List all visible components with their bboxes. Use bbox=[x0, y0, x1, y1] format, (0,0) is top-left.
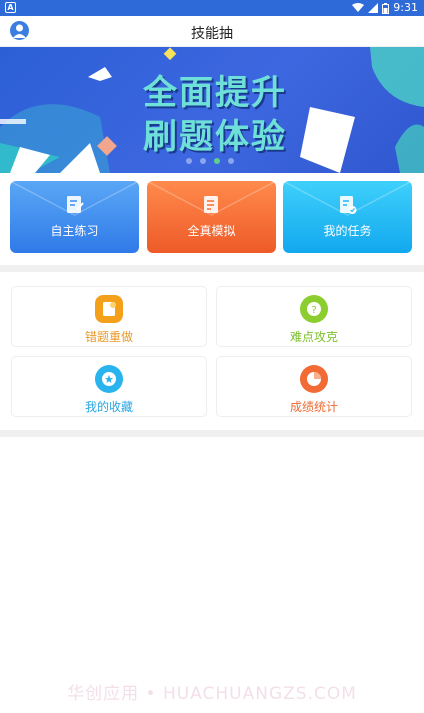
my-tasks-card[interactable]: 我的任务 bbox=[283, 181, 412, 253]
status-icons: 9:31 bbox=[352, 1, 418, 15]
watermark: 华创应用 • HUACHUANGZS.COM bbox=[67, 684, 357, 704]
pie-chart-icon bbox=[300, 365, 328, 393]
page-title: 技能抽 bbox=[191, 26, 233, 42]
wrong-question-redo-tile[interactable]: 错题重做 bbox=[11, 286, 207, 347]
wifi-icon bbox=[352, 3, 365, 12]
clock: 9:31 bbox=[393, 1, 418, 14]
app-notification-icon: A bbox=[5, 2, 16, 13]
signal-icon bbox=[368, 3, 379, 13]
mode-cards: 自主练习 全真模拟 我的任务 bbox=[10, 181, 414, 253]
mock-exam-card[interactable]: 全真模拟 bbox=[147, 181, 276, 253]
pagination-dot[interactable] bbox=[200, 158, 206, 164]
section-divider bbox=[0, 265, 424, 272]
promo-banner[interactable]: 全面提升 刷题体验 bbox=[0, 47, 424, 173]
svg-text:?: ? bbox=[311, 305, 316, 316]
card-label: 我的任务 bbox=[323, 224, 372, 238]
pagination-dot[interactable] bbox=[228, 158, 234, 164]
pagination-dot-active[interactable] bbox=[214, 158, 220, 164]
score-statistics-tile[interactable]: 成绩统计 bbox=[216, 356, 412, 417]
self-practice-card[interactable]: 自主练习 bbox=[10, 181, 139, 253]
tile-label: 我的收藏 bbox=[84, 400, 133, 414]
question-icon: ? bbox=[300, 295, 328, 323]
card-label: 全真模拟 bbox=[187, 224, 236, 238]
difficult-points-tile[interactable]: ? 难点攻克 bbox=[216, 286, 412, 347]
banner-headline-2: 刷题体验 bbox=[143, 117, 287, 157]
tile-label: 成绩统计 bbox=[289, 400, 338, 414]
edit-note-icon bbox=[66, 196, 84, 213]
tile-label: 错题重做 bbox=[84, 330, 133, 344]
task-check-icon bbox=[339, 196, 356, 214]
redo-note-icon bbox=[95, 295, 123, 323]
exam-sheet-icon bbox=[203, 196, 218, 213]
status-bar: A 9:31 bbox=[0, 0, 424, 16]
card-label: 自主练习 bbox=[50, 224, 99, 238]
app-header: 技能抽 bbox=[0, 16, 424, 47]
banner-pagination bbox=[186, 158, 234, 164]
pagination-dot[interactable] bbox=[186, 158, 192, 164]
banner-headline-1: 全面提升 bbox=[143, 73, 287, 113]
tile-label: 难点攻克 bbox=[289, 330, 338, 344]
star-icon bbox=[95, 365, 123, 393]
battery-icon bbox=[382, 2, 390, 14]
section-divider bbox=[0, 430, 424, 437]
my-favorites-tile[interactable]: 我的收藏 bbox=[11, 356, 207, 417]
